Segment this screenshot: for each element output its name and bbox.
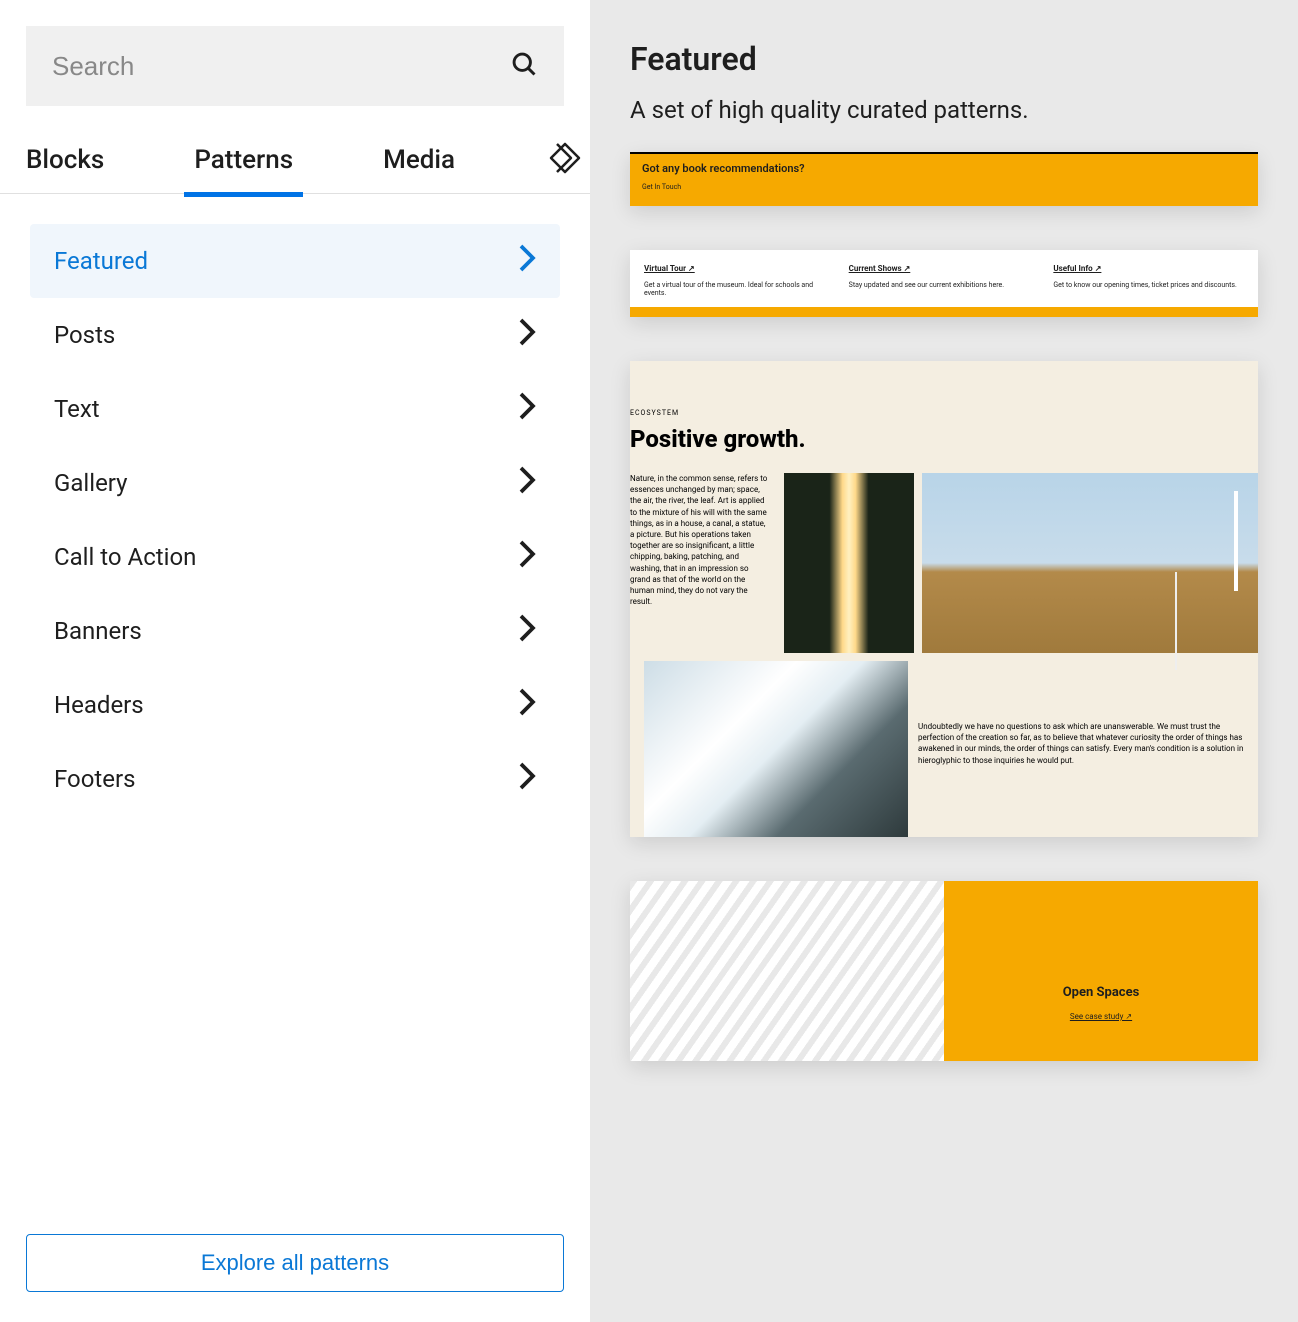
pattern-col3-text: Get to know our opening times, ticket pr… bbox=[1053, 281, 1244, 289]
category-label: Footers bbox=[54, 765, 136, 793]
pattern-preview-open-spaces[interactable]: Open Spaces See case study ↗ bbox=[630, 881, 1258, 1061]
pattern-categories: Featured Posts Text Gallery Call to Acti… bbox=[0, 194, 590, 1234]
category-call-to-action[interactable]: Call to Action bbox=[30, 520, 560, 594]
chevron-right-icon bbox=[518, 613, 536, 649]
pattern-accent-bar bbox=[630, 307, 1258, 317]
pattern-open-spaces-title: Open Spaces bbox=[1063, 985, 1140, 1000]
forest-image bbox=[784, 473, 914, 653]
pattern-col2-heading: Current Shows ↗ bbox=[849, 264, 1040, 273]
chevron-right-icon bbox=[518, 761, 536, 797]
chevron-right-icon bbox=[518, 243, 536, 279]
pattern-explorer-icon[interactable] bbox=[545, 138, 585, 182]
tab-blocks[interactable]: Blocks bbox=[26, 125, 104, 195]
explore-container: Explore all patterns bbox=[0, 1234, 590, 1322]
chevron-right-icon bbox=[518, 391, 536, 427]
category-posts[interactable]: Posts bbox=[30, 298, 560, 372]
pattern-title: Positive growth. bbox=[630, 425, 1258, 453]
tab-patterns[interactable]: Patterns bbox=[194, 125, 293, 195]
pattern-col2-text: Stay updated and see our current exhibit… bbox=[849, 281, 1040, 289]
category-gallery[interactable]: Gallery bbox=[30, 446, 560, 520]
pattern-subtext: Get In Touch bbox=[642, 183, 1246, 191]
preview-panel-subtitle: A set of high quality curated patterns. bbox=[630, 96, 1258, 124]
pattern-body-1: Nature, in the common sense, refers to e… bbox=[630, 473, 770, 607]
pattern-col1-text: Get a virtual tour of the museum. Ideal … bbox=[644, 281, 835, 297]
chevron-right-icon bbox=[518, 317, 536, 353]
tab-bar: Blocks Patterns Media bbox=[0, 126, 590, 194]
explore-all-patterns-button[interactable]: Explore all patterns bbox=[26, 1234, 564, 1292]
category-footers[interactable]: Footers bbox=[30, 742, 560, 816]
search-container bbox=[0, 0, 590, 106]
pattern-preview-cta-book[interactable]: Got any book recommendations? Get In Tou… bbox=[630, 152, 1258, 206]
chevron-right-icon bbox=[518, 465, 536, 501]
category-label: Text bbox=[54, 395, 100, 423]
pattern-preview-ecosystem[interactable]: ECOSYSTEM Positive growth. Nature, in th… bbox=[630, 361, 1258, 837]
inserter-sidebar: Blocks Patterns Media Featured Posts Tex… bbox=[0, 0, 590, 1322]
pattern-case-study-link: See case study ↗ bbox=[1070, 1012, 1132, 1021]
pattern-col3-heading: Useful Info ↗ bbox=[1053, 264, 1244, 273]
category-label: Headers bbox=[54, 691, 144, 719]
pattern-body-2: Undoubtedly we have no questions to ask … bbox=[908, 661, 1258, 766]
category-label: Call to Action bbox=[54, 543, 196, 571]
category-featured[interactable]: Featured bbox=[30, 224, 560, 298]
windmill-image bbox=[922, 473, 1258, 653]
search-icon bbox=[510, 50, 538, 82]
category-label: Banners bbox=[54, 617, 142, 645]
category-label: Featured bbox=[54, 247, 148, 275]
tab-media[interactable]: Media bbox=[383, 125, 455, 195]
pattern-eyebrow: ECOSYSTEM bbox=[630, 409, 1258, 417]
category-text[interactable]: Text bbox=[30, 372, 560, 446]
pattern-preview-panel: Featured A set of high quality curated p… bbox=[590, 0, 1298, 1322]
pattern-preview-info-columns[interactable]: Virtual Tour ↗ Get a virtual tour of the… bbox=[630, 250, 1258, 317]
category-banners[interactable]: Banners bbox=[30, 594, 560, 668]
pattern-heading: Got any book recommendations? bbox=[642, 162, 1246, 175]
search-input[interactable] bbox=[52, 51, 510, 82]
coast-image bbox=[644, 661, 908, 837]
pattern-texture-image bbox=[630, 881, 944, 1061]
preview-panel-title: Featured bbox=[630, 40, 1258, 78]
chevron-right-icon bbox=[518, 539, 536, 575]
category-label: Gallery bbox=[54, 469, 128, 497]
pattern-col1-heading: Virtual Tour ↗ bbox=[644, 264, 835, 273]
chevron-right-icon bbox=[518, 687, 536, 723]
category-label: Posts bbox=[54, 321, 115, 349]
search-box[interactable] bbox=[26, 26, 564, 106]
category-headers[interactable]: Headers bbox=[30, 668, 560, 742]
